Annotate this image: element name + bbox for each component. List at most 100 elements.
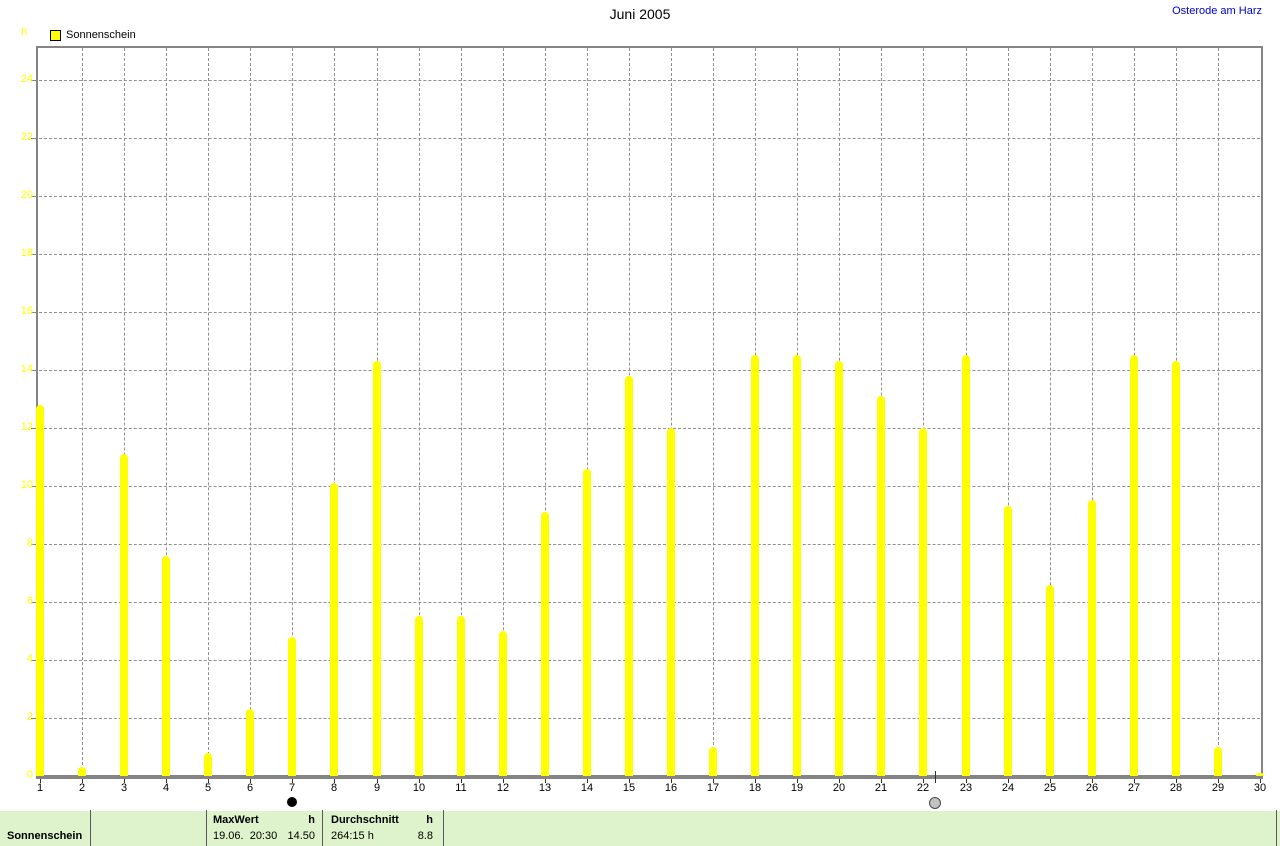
- status-series-label: Sonnenschein: [7, 830, 83, 842]
- x-axis-label: 25: [1043, 782, 1057, 794]
- statusbar-separator: [322, 810, 323, 846]
- bar-day-19: [793, 355, 801, 776]
- bar-day-6: [246, 709, 254, 776]
- bar-day-9: [373, 361, 381, 776]
- bar-day-22: [919, 428, 927, 776]
- h-gridline: [39, 660, 1260, 661]
- x-axis-label: 13: [538, 782, 552, 794]
- maxwert-value: 14.50: [287, 830, 315, 842]
- bar-day-24: [1004, 506, 1012, 776]
- bar-day-28: [1172, 361, 1180, 776]
- bar-day-26: [1088, 500, 1096, 776]
- bar-day-16: [667, 428, 675, 776]
- bar-day-12: [499, 631, 507, 776]
- x-axis-label: 30: [1253, 782, 1267, 794]
- legend: Sonnenschein: [50, 29, 136, 41]
- bar-day-17: [709, 747, 717, 776]
- y-axis-label: 10: [20, 479, 33, 491]
- x-axis-label: 7: [288, 782, 296, 794]
- y-axis-label: 18: [20, 247, 33, 259]
- bar-day-21: [877, 396, 885, 776]
- x-axis-label: 26: [1085, 782, 1099, 794]
- y-axis-label: 2: [26, 711, 33, 723]
- x-axis-label: 14: [580, 782, 594, 794]
- v-gridline: [250, 48, 251, 775]
- x-axis-label: 19: [790, 782, 804, 794]
- bar-day-11: [457, 616, 465, 776]
- h-gridline: [39, 196, 1260, 197]
- bar-day-23: [962, 355, 970, 776]
- maxwert-header: MaxWert: [213, 814, 259, 826]
- durchschnitt-sum: 264:15 h: [331, 830, 374, 842]
- legend-swatch-icon: [50, 29, 61, 41]
- y-axis-label: 16: [20, 305, 33, 317]
- y-axis-label: 8: [26, 537, 33, 549]
- x-axis-label: 21: [874, 782, 888, 794]
- x-axis-label: 15: [622, 782, 636, 794]
- bar-day-25: [1046, 585, 1054, 776]
- y-axis-label: 0: [26, 769, 33, 781]
- x-axis-label: 2: [78, 782, 86, 794]
- h-gridline: [39, 254, 1260, 255]
- bar-day-15: [625, 376, 633, 776]
- h-gridline: [39, 80, 1260, 81]
- x-axis-label: 1: [36, 782, 44, 794]
- x-axis-label: 10: [412, 782, 426, 794]
- h-gridline: [39, 602, 1260, 603]
- bar-day-7: [288, 637, 296, 776]
- v-gridline: [208, 48, 209, 775]
- bar-day-5: [204, 753, 212, 776]
- x-axis-label: 27: [1127, 782, 1141, 794]
- y-axis-label: 22: [20, 131, 33, 143]
- y-axis-label: 24: [20, 73, 33, 85]
- x-axis-label: 20: [832, 782, 846, 794]
- plot-border: [36, 46, 1263, 779]
- bar-day-13: [541, 512, 549, 776]
- x-axis-label: 12: [496, 782, 510, 794]
- durchschnitt-header: Durchschnitt: [331, 814, 399, 826]
- statusbar-separator: [90, 810, 91, 846]
- y-axis-label: 4: [26, 653, 33, 665]
- h-gridline: [39, 544, 1260, 545]
- y-axis-label: 20: [20, 189, 33, 201]
- durchschnitt-unit: h: [426, 814, 433, 826]
- h-gridline: [39, 370, 1260, 371]
- h-gridline: [39, 138, 1260, 139]
- page-title: Juni 2005: [609, 6, 671, 22]
- v-gridline: [1218, 48, 1219, 775]
- x-axis-label: 5: [204, 782, 212, 794]
- bar-day-3: [120, 454, 128, 776]
- x-axis-label: 11: [455, 782, 467, 794]
- full-moon-icon: [929, 797, 941, 809]
- bar-day-1: [36, 405, 44, 776]
- y-unit-label: h: [21, 26, 28, 38]
- bar-day-20: [835, 361, 843, 776]
- station-label: Osterode am Harz: [1172, 5, 1262, 17]
- bar-day-4: [162, 556, 170, 776]
- x-axis-label: 9: [373, 782, 381, 794]
- x-axis-label: 23: [959, 782, 973, 794]
- x-axis-label: 29: [1211, 782, 1225, 794]
- bar-day-29: [1214, 747, 1222, 776]
- durchschnitt-value: 8.8: [417, 830, 433, 842]
- bar-day-2: [78, 767, 86, 776]
- x-axis-label: 24: [1001, 782, 1015, 794]
- x-axis-label: 17: [706, 782, 720, 794]
- moon-phase-tick: [935, 771, 936, 783]
- status-bar: Sonnenschein MaxWert h 19.06. 20:30 14.5…: [0, 810, 1280, 846]
- bar-day-8: [330, 483, 338, 776]
- x-axis-label: 16: [664, 782, 678, 794]
- x-axis-label: 18: [748, 782, 762, 794]
- h-gridline: [39, 718, 1260, 719]
- maxwert-datetime: 19.06. 20:30: [213, 830, 278, 842]
- v-gridline: [82, 48, 83, 775]
- statusbar-separator: [1276, 810, 1277, 846]
- weather-chart-window: Juni 2005 Osterode am Harz h Sonnenschei…: [0, 0, 1280, 846]
- y-axis-label: 14: [20, 363, 33, 375]
- y-axis-label: 12: [20, 421, 33, 433]
- v-gridline: [713, 48, 714, 775]
- statusbar-separator: [443, 810, 444, 846]
- bar-day-10: [415, 616, 423, 776]
- maxwert-unit: h: [308, 814, 315, 826]
- bar-day-18: [751, 355, 759, 776]
